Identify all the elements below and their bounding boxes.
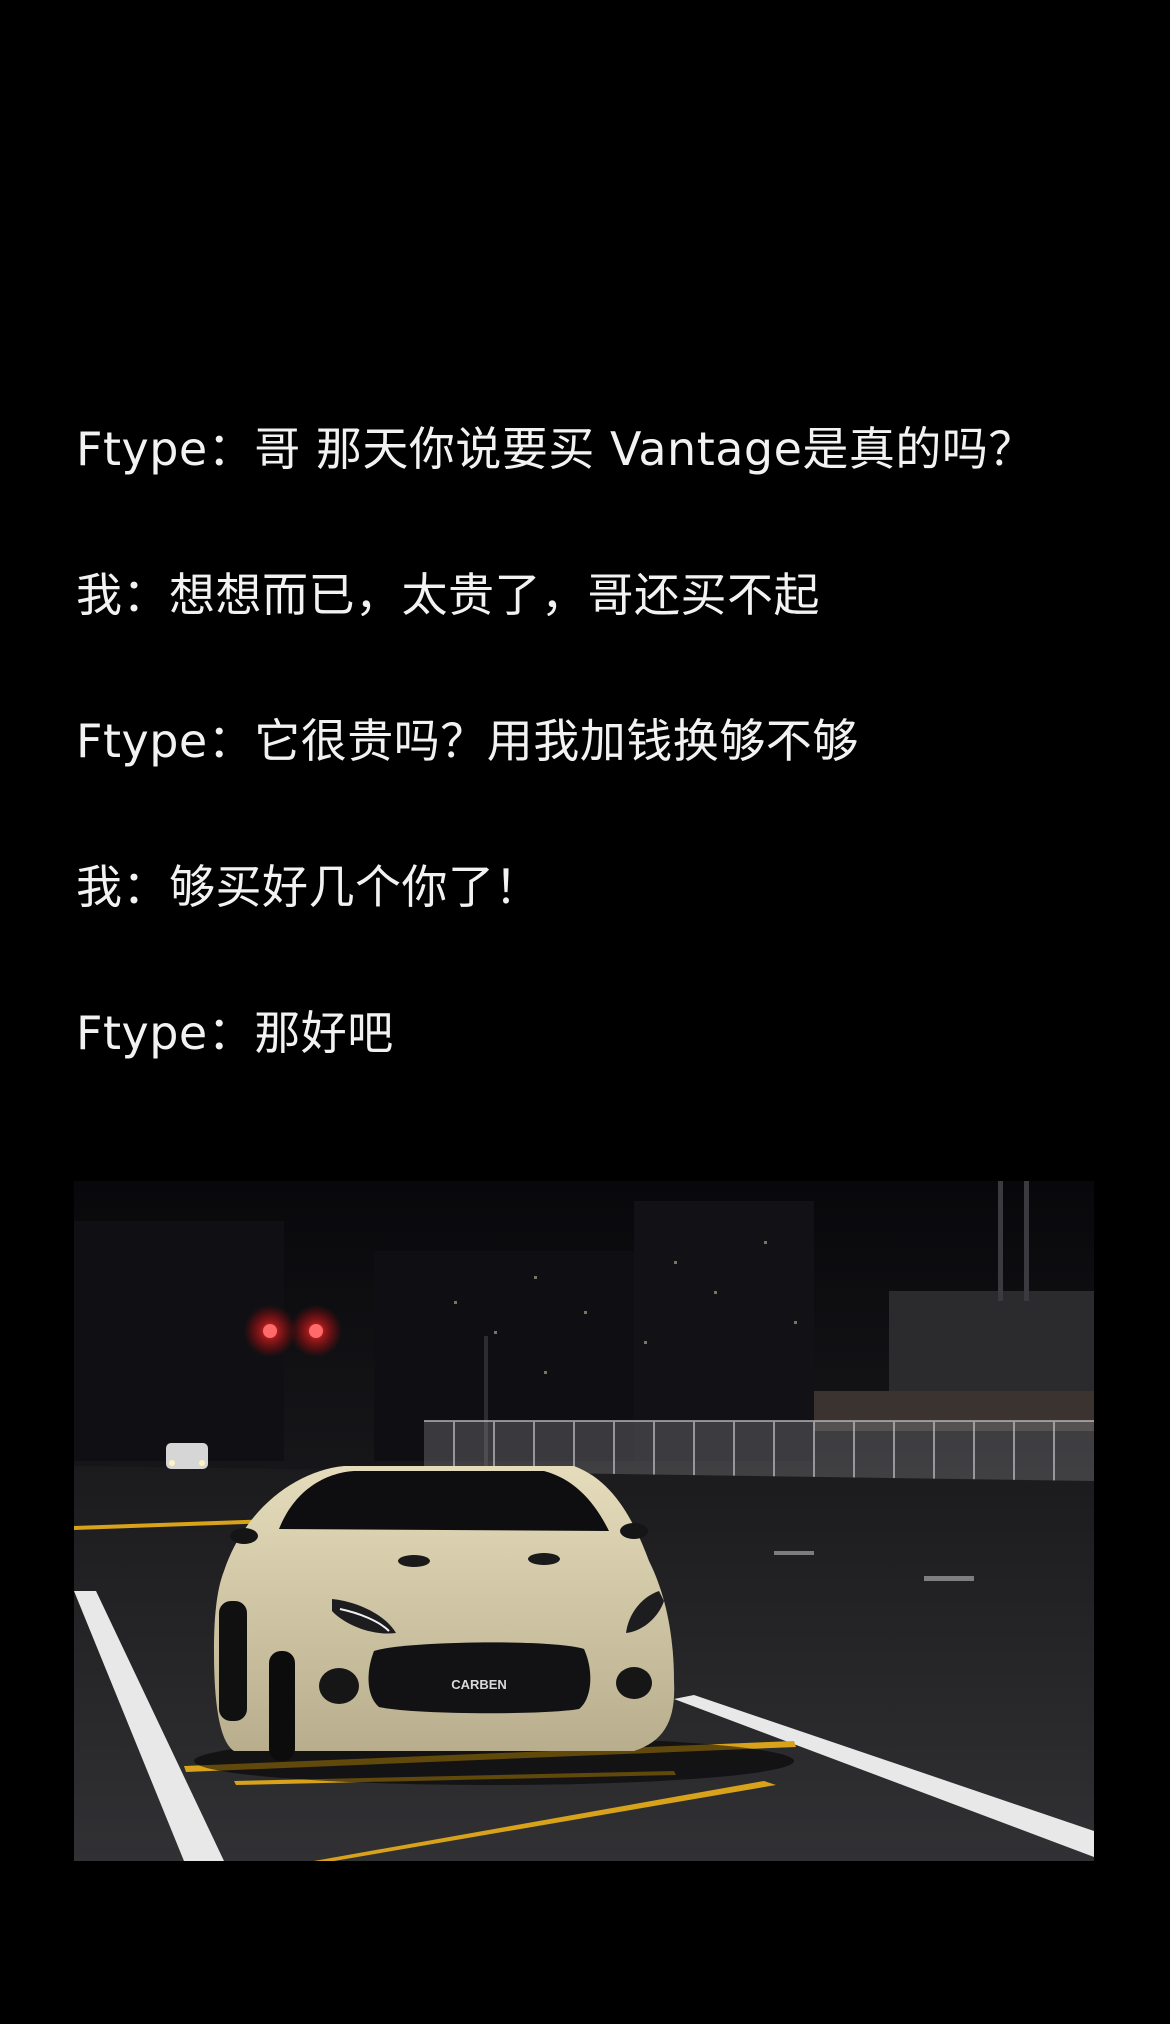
chat-line: Ftype：那好吧 — [76, 1006, 394, 1060]
chat-line: Ftype：它很贵吗？用我加钱换够不够 — [76, 714, 859, 768]
night-street-car-image: CARBEN — [74, 1181, 1094, 1861]
chat-text-block: Ftype：哥 那天你说要买 Vantage是真的吗？ 我：想想而已，太贵了，哥… — [76, 420, 1106, 1150]
chat-line: Ftype：哥 那天你说要买 Vantage是真的吗？ — [76, 422, 1035, 476]
car-photo: CARBEN — [74, 1181, 1094, 1861]
rear-left-wheel — [269, 1651, 295, 1761]
chat-line: 我：够买好几个你了！ — [76, 860, 541, 914]
plate-text: CARBEN — [451, 1677, 507, 1692]
sports-car: CARBEN — [214, 1466, 675, 1761]
chat-line: 我：想想而已，太贵了，哥还买不起 — [76, 568, 820, 622]
front-left-wheel — [219, 1601, 247, 1721]
